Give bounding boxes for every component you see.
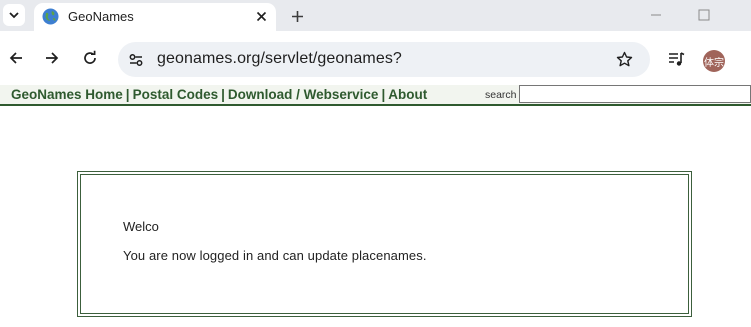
bookmark-button[interactable] bbox=[614, 49, 634, 69]
queue-music-icon bbox=[668, 51, 684, 66]
nav-separator: | bbox=[221, 87, 225, 102]
content-panel-inner: Welco You are now logged in and can upda… bbox=[80, 174, 689, 314]
star-icon bbox=[616, 51, 632, 66]
tab-search-button[interactable] bbox=[3, 4, 25, 26]
login-status-message: You are now logged in and can update pla… bbox=[123, 248, 427, 263]
arrow-right-icon bbox=[46, 52, 59, 64]
tab-geonames[interactable]: GeoNames bbox=[34, 3, 276, 31]
site-nav-links: GeoNames Home | Postal Codes | Download / We… bbox=[11, 87, 427, 102]
arrow-left-icon bbox=[9, 52, 22, 64]
reload-icon bbox=[84, 50, 96, 64]
tune-icon bbox=[129, 54, 143, 66]
browser-toolbar: geonames.org/servlet/geonames? 体宗 bbox=[0, 31, 751, 85]
nav-link-download-webservice[interactable]: Download / Webservice bbox=[228, 87, 379, 102]
nav-link-about[interactable]: About bbox=[388, 87, 427, 102]
minimize-button[interactable] bbox=[648, 7, 664, 23]
maximize-button[interactable] bbox=[696, 7, 712, 23]
close-icon bbox=[256, 11, 266, 21]
site-info-button[interactable] bbox=[126, 50, 146, 70]
nav-separator: | bbox=[381, 87, 386, 102]
new-tab-button[interactable] bbox=[287, 6, 307, 26]
globe-icon bbox=[42, 8, 59, 25]
tab-strip: GeoNames bbox=[0, 0, 751, 31]
url-text[interactable]: geonames.org/servlet/geonames? bbox=[157, 50, 402, 68]
address-bar[interactable]: geonames.org/servlet/geonames? bbox=[118, 42, 650, 77]
reload-button[interactable] bbox=[80, 48, 100, 68]
maximize-icon bbox=[698, 9, 710, 21]
media-control-button[interactable] bbox=[666, 49, 686, 69]
minimize-icon bbox=[651, 14, 661, 16]
tab-close-button[interactable] bbox=[252, 7, 270, 25]
search-label: search bbox=[485, 89, 517, 101]
forward-button[interactable] bbox=[42, 48, 62, 68]
plus-icon bbox=[291, 10, 303, 22]
search-input[interactable] bbox=[519, 85, 751, 103]
nav-link-postal-codes[interactable]: Postal Codes bbox=[133, 87, 219, 102]
tab-title: GeoNames bbox=[68, 9, 134, 24]
content-panel: Welco You are now logged in and can upda… bbox=[77, 171, 692, 317]
welcome-text: Welco bbox=[123, 219, 159, 234]
back-button[interactable] bbox=[6, 48, 26, 68]
nav-link-geonames-home[interactable]: GeoNames Home bbox=[11, 87, 123, 102]
chevron-down-icon bbox=[9, 12, 19, 19]
site-nav-bar: GeoNames Home | Postal Codes | Download / We… bbox=[0, 85, 751, 106]
avatar-text: 体宗 bbox=[704, 57, 724, 69]
nav-separator: | bbox=[125, 87, 130, 102]
profile-avatar[interactable]: 体宗 bbox=[703, 50, 725, 72]
